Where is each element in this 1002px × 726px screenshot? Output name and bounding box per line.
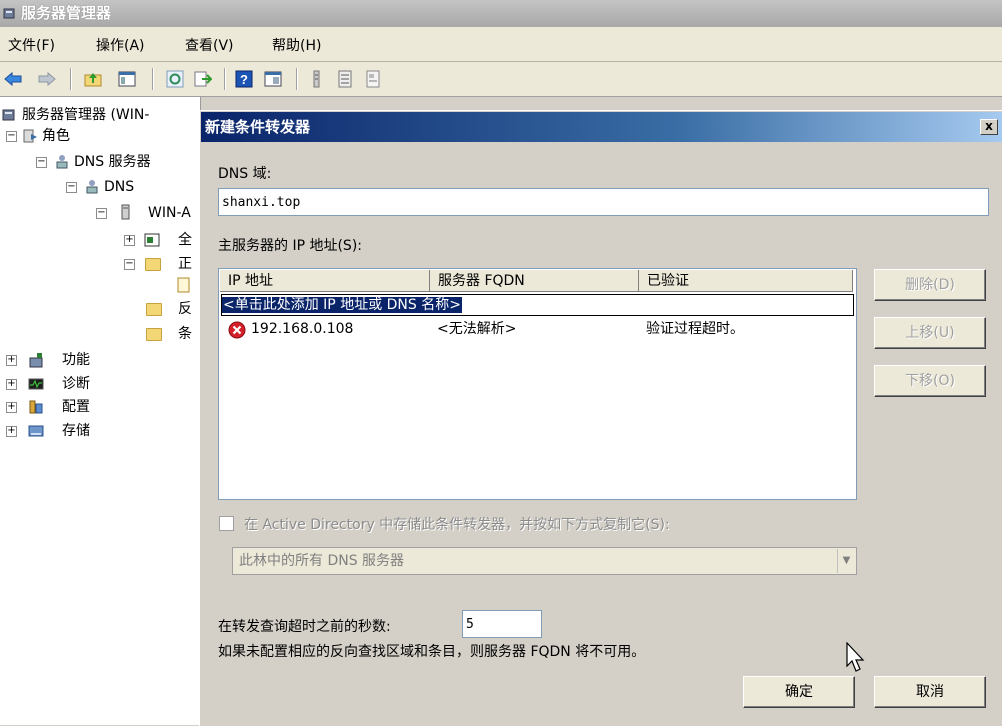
close-icon[interactable]: x: [980, 119, 998, 135]
back-arrow-icon[interactable]: [4, 70, 22, 88]
store-in-ad-checkbox[interactable]: [219, 516, 234, 531]
export-list-icon[interactable]: [194, 70, 212, 88]
show-hide-tree-icon[interactable]: [118, 70, 136, 88]
folder-icon: [145, 258, 161, 271]
storage-icon: [28, 425, 44, 437]
diagnostics-icon: [28, 378, 44, 390]
master-servers-list[interactable]: IP 地址 服务器 FQDN 已验证 <单击此处添加 IP 地址或 DNS 名称…: [218, 268, 857, 500]
configuration-icon: [29, 400, 43, 414]
zone-file-icon: [177, 277, 190, 293]
expand-icon[interactable]: +: [6, 402, 17, 413]
folder-icon: [146, 328, 162, 341]
main-window-title-bar: 服务器管理器: [0, 0, 1002, 27]
toolbar-separator: [224, 68, 226, 90]
dns-icon: [86, 180, 98, 194]
detail-view-icon[interactable]: [308, 70, 326, 88]
menu-file[interactable]: 文件(F): [8, 35, 55, 55]
chevron-down-icon[interactable]: ▼: [837, 549, 855, 573]
dialog-title: 新建条件转发器: [205, 118, 311, 136]
properties-icon[interactable]: [364, 70, 382, 88]
master-ip-label: 主服务器的 IP 地址(S):: [218, 238, 362, 254]
event-log-icon: [144, 233, 160, 247]
move-down-button[interactable]: 下移(O): [874, 365, 986, 397]
collapse-icon[interactable]: −: [96, 208, 107, 219]
menu-view[interactable]: 查看(V): [185, 35, 234, 55]
console-tree-icon[interactable]: [264, 70, 282, 88]
toolbar-separator: [296, 68, 298, 90]
roles-icon: [23, 129, 37, 143]
server-tower-icon: [121, 204, 130, 220]
row-ip-address[interactable]: 192.168.0.108: [251, 318, 353, 340]
help-icon[interactable]: ?: [235, 70, 253, 88]
new-conditional-forwarder-dialog: 新建条件转发器 x DNS 域: 主服务器的 IP 地址(S): IP 地址 服…: [199, 110, 1002, 726]
dns-domain-label: DNS 域:: [218, 166, 272, 182]
fqdn-note: 如果未配置相应的反向查找区域和条目，则服务器 FQDN 将不可用。: [218, 644, 646, 660]
forward-arrow-icon[interactable]: [38, 70, 56, 88]
column-ip-address[interactable]: IP 地址: [220, 270, 430, 292]
collapse-icon[interactable]: −: [66, 182, 77, 193]
expand-icon[interactable]: +: [6, 355, 17, 366]
column-validated[interactable]: 已验证: [639, 270, 853, 292]
toolbar-separator: [70, 68, 72, 90]
collapse-icon[interactable]: −: [36, 157, 47, 168]
main-window-title: 服务器管理器: [21, 4, 112, 22]
svg-text:?: ?: [240, 72, 248, 87]
dns-server-icon: [56, 155, 68, 169]
error-icon: [228, 321, 246, 339]
up-folder-icon[interactable]: [84, 70, 102, 88]
menu-bar: 文件(F) 操作(A) 查看(V) 帮助(H): [0, 27, 1002, 62]
list-view-icon[interactable]: [336, 70, 354, 88]
cancel-button[interactable]: 取消: [874, 676, 986, 708]
add-address-placeholder-row[interactable]: <单击此处添加 IP 地址或 DNS 名称>: [221, 294, 854, 316]
refresh-icon[interactable]: [166, 70, 184, 88]
timeout-label: 在转发查询超时之前的秒数:: [218, 619, 391, 635]
dns-domain-input[interactable]: [218, 188, 989, 216]
mouse-pointer-icon: [846, 642, 865, 672]
timeout-seconds-input[interactable]: [462, 610, 542, 638]
toolbar-separator: [152, 68, 154, 90]
add-address-placeholder-text: <单击此处添加 IP 地址或 DNS 名称>: [222, 297, 462, 313]
collapse-icon[interactable]: −: [124, 259, 135, 270]
menu-help[interactable]: 帮助(H): [272, 35, 321, 55]
replication-scope-value: 此林中的所有 DNS 服务器: [239, 553, 405, 569]
server-manager-icon: [3, 8, 15, 19]
delete-button[interactable]: 删除(D): [874, 269, 986, 301]
menu-action[interactable]: 操作(A): [96, 35, 145, 55]
move-up-button[interactable]: 上移(U): [874, 317, 986, 349]
expand-icon[interactable]: +: [6, 426, 17, 437]
row-server-fqdn: <无法解析>: [437, 321, 517, 337]
server-manager-icon: [2, 109, 15, 121]
store-in-ad-label: 在 Active Directory 中存储此条件转发器，并按如下方式复制它(S…: [244, 517, 670, 533]
collapse-icon[interactable]: −: [6, 131, 17, 142]
ok-button[interactable]: 确定: [743, 676, 855, 708]
expand-icon[interactable]: +: [6, 379, 17, 390]
row-validated-status: 验证过程超时。: [646, 321, 744, 337]
toolbar: ?: [0, 62, 1002, 97]
folder-icon: [146, 303, 162, 316]
tree-node-zone-file[interactable]: [176, 275, 200, 295]
features-icon: [29, 353, 43, 368]
dialog-title-bar[interactable]: 新建条件转发器 x: [201, 112, 1002, 142]
replication-scope-select[interactable]: 此林中的所有 DNS 服务器 ▼: [232, 547, 857, 575]
expand-icon[interactable]: +: [124, 235, 135, 246]
column-server-fqdn[interactable]: 服务器 FQDN: [430, 270, 639, 292]
console-tree: 服务器管理器 (WIN- − 角色 − DNS 服务器 − DNS − WIN-…: [0, 97, 201, 725]
